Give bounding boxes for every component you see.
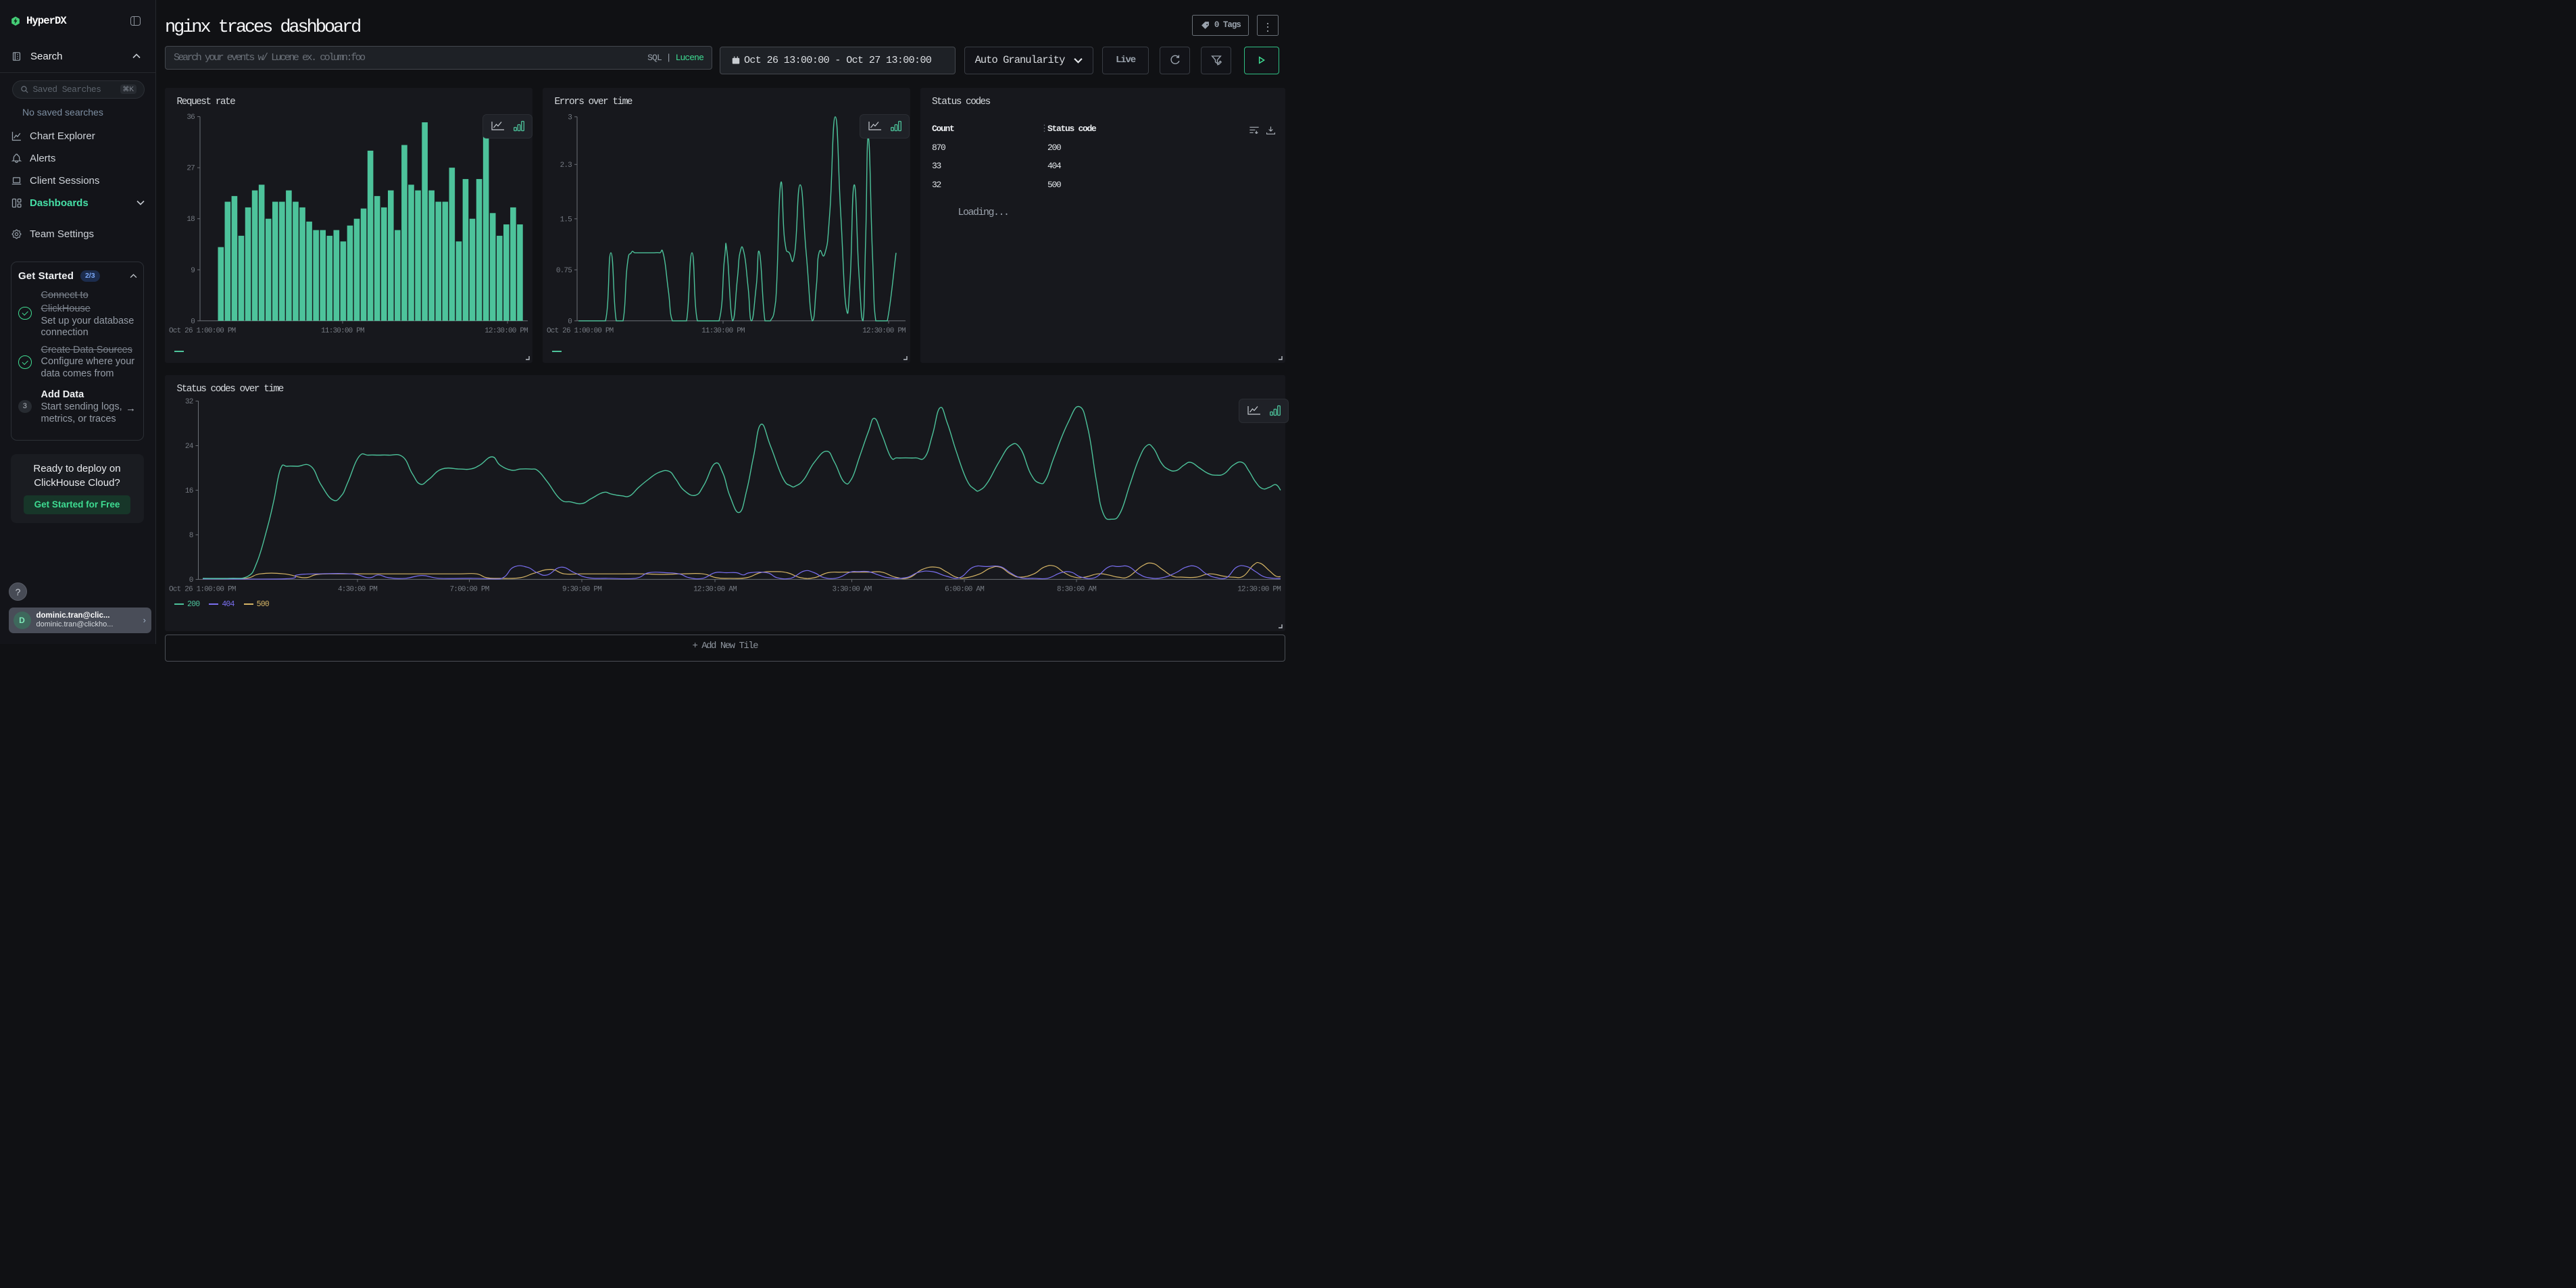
svg-text:12:30:00 PM: 12:30:00 PM	[485, 327, 528, 335]
svg-text:24: 24	[185, 443, 194, 451]
svg-text:7:00:00 PM: 7:00:00 PM	[449, 585, 489, 593]
svg-text:0: 0	[189, 576, 193, 585]
svg-text:12:30:00 PM: 12:30:00 PM	[1237, 585, 1281, 593]
svg-text:11:30:00 PM: 11:30:00 PM	[321, 327, 364, 335]
svg-text:Oct 26 1:00:00 PM: Oct 26 1:00:00 PM	[169, 327, 236, 335]
svg-text:27: 27	[187, 165, 195, 173]
svg-text:4:30:00 PM: 4:30:00 PM	[338, 585, 377, 593]
svg-text:2.3: 2.3	[560, 162, 572, 170]
svg-text:Oct 26 1:00:00 PM: Oct 26 1:00:00 PM	[547, 327, 614, 335]
svg-text:16: 16	[185, 487, 193, 495]
svg-text:12:30:00 PM: 12:30:00 PM	[862, 327, 906, 335]
svg-text:8: 8	[189, 532, 193, 540]
svg-text:11:30:00 PM: 11:30:00 PM	[701, 327, 745, 335]
svg-text:3:30:00 AM: 3:30:00 AM	[832, 585, 871, 593]
svg-text:6:00:00 AM: 6:00:00 AM	[945, 585, 984, 593]
svg-text:3: 3	[568, 114, 572, 122]
svg-text:32: 32	[185, 398, 193, 406]
svg-text:0: 0	[568, 318, 572, 326]
svg-text:1.5: 1.5	[560, 216, 572, 224]
svg-text:9:30:00 PM: 9:30:00 PM	[562, 585, 601, 593]
svg-text:0: 0	[191, 318, 195, 326]
svg-text:36: 36	[187, 114, 195, 122]
svg-text:9: 9	[191, 267, 195, 275]
svg-text:Oct 26 1:00:00 PM: Oct 26 1:00:00 PM	[169, 585, 236, 593]
svg-text:0.75: 0.75	[556, 267, 572, 275]
svg-text:12:30:00 AM: 12:30:00 AM	[693, 585, 737, 593]
svg-text:8:30:00 AM: 8:30:00 AM	[1057, 585, 1096, 593]
svg-text:18: 18	[187, 216, 195, 224]
